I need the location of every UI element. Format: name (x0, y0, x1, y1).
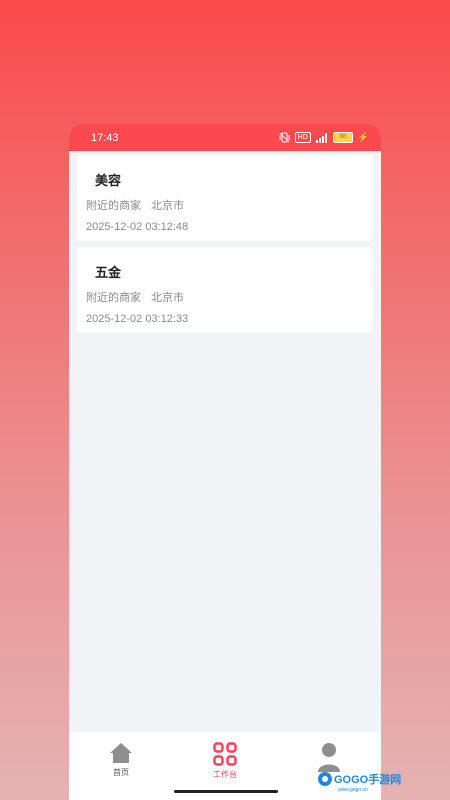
item-title: 五金 (95, 266, 122, 281)
item-title: 美容 (95, 174, 122, 189)
watermark-logo-icon (318, 772, 332, 786)
item-category: 附近的商家 (86, 291, 141, 304)
watermark-domain: www.gogo.cn (338, 787, 368, 793)
list-item[interactable]: 美容 附近的商家 北京市 2025-12-02 03:12:48 (77, 155, 373, 241)
watermark: GOGO手游网 (318, 771, 401, 787)
status-icons: HD 88 ⚡ (279, 132, 369, 143)
signal-icon (315, 132, 327, 143)
record-list: 美容 附近的商家 北京市 2025-12-02 03:12:48 五金 附近的商家… (69, 151, 381, 333)
charging-icon: ⚡ (357, 132, 369, 142)
item-meta: 附近的商家 北京市 (86, 197, 184, 213)
tab-profile[interactable] (289, 742, 369, 772)
home-indicator (174, 790, 278, 793)
user-icon (318, 743, 340, 772)
item-city: 北京市 (151, 291, 184, 304)
item-timestamp: 2025-12-02 03:12:33 (86, 313, 189, 325)
home-icon (110, 743, 132, 763)
grid-icon (213, 742, 237, 766)
status-bar: 17:43 HD 88 ⚡ (69, 124, 381, 151)
list-item[interactable]: 五金 附近的商家 北京市 2025-12-02 03:12:33 (77, 247, 373, 333)
tab-home-label: 首页 (113, 768, 129, 777)
item-category: 附近的商家 (86, 199, 141, 212)
item-timestamp: 2025-12-02 03:12:48 (86, 221, 189, 233)
item-meta: 附近的商家 北京市 (86, 289, 184, 305)
tab-workbench[interactable]: 工作台 (185, 742, 265, 780)
tab-home[interactable]: 首页 (81, 742, 161, 778)
item-city: 北京市 (151, 199, 184, 212)
status-time: 17:43 (91, 131, 119, 144)
watermark-brand: GOGO手游网 (334, 774, 402, 786)
app-screen: 17:43 HD 88 ⚡ 美容 附近的商家 北京市 2025-12-02 03… (69, 124, 381, 800)
tab-workbench-label: 工作台 (213, 770, 237, 779)
battery-icon: 88 (332, 132, 353, 143)
hd-badge: HD (294, 132, 311, 143)
vibrate-icon (279, 132, 290, 143)
